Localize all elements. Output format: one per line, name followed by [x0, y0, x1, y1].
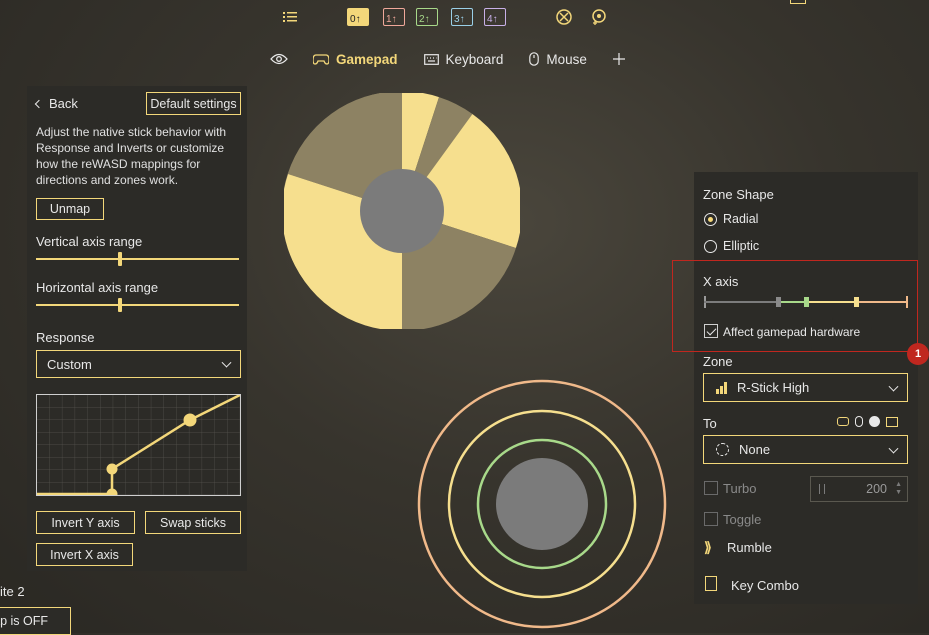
x-axis-label: X axis — [703, 274, 739, 289]
key-combo-button[interactable]: Key Combo — [731, 578, 799, 593]
vertical-axis-slider[interactable] — [36, 258, 239, 260]
mouse-icon — [529, 52, 540, 66]
layer-4-button[interactable]: 4 ↑ — [484, 6, 506, 28]
xbox-icon[interactable] — [869, 416, 880, 427]
eye-icon — [270, 53, 288, 65]
layer-1-icon: 1 ↑ — [383, 8, 405, 26]
turbo-label: Turbo — [723, 481, 757, 496]
tab-gamepad[interactable]: Gamepad — [313, 52, 398, 67]
layer-1-button[interactable]: 1 ↑ — [383, 6, 405, 28]
key-combo-icon — [705, 576, 717, 591]
layer-0-button[interactable]: 0 ↑ — [347, 6, 369, 28]
console-icon[interactable] — [886, 416, 898, 427]
keyboard-icon — [423, 53, 439, 65]
radial-radio[interactable] — [704, 213, 717, 226]
gamepad-icon — [313, 53, 329, 65]
x-axis-zone-slider[interactable] — [704, 296, 908, 308]
deadzone-thumb[interactable] — [776, 297, 781, 307]
chevron-down-icon — [888, 381, 899, 392]
horizontal-axis-label: Horizontal axis range — [36, 280, 159, 295]
horizontal-axis-slider[interactable] — [36, 304, 239, 306]
default-settings-button[interactable]: Default settings — [146, 92, 241, 115]
unmap-button[interactable]: Unmap — [36, 198, 104, 220]
zone-label: Zone — [703, 354, 733, 369]
step-badge: 1 — [907, 343, 929, 365]
partial-toggle-button[interactable]: ap is OFF — [0, 607, 71, 635]
response-dropdown[interactable]: Custom — [36, 350, 241, 378]
device-tabs: Gamepad Keyboard Mouse — [270, 48, 632, 70]
affect-hardware-label: Affect gamepad hardware — [723, 325, 861, 339]
add-device-button[interactable] — [612, 53, 632, 65]
rumble-icon: ⟫ — [704, 539, 712, 555]
signal-bars-icon — [716, 381, 727, 394]
tab-keyboard[interactable]: Keyboard — [423, 52, 503, 67]
stick-direction-wheel[interactable] — [284, 93, 520, 329]
elliptic-label: Elliptic — [723, 239, 760, 253]
layer-3-icon: 3 ↑ — [451, 8, 473, 26]
layer-2-button[interactable]: 2 ↑ — [416, 6, 438, 28]
elliptic-radio[interactable] — [704, 240, 717, 253]
affect-hardware-checkbox[interactable] — [704, 324, 718, 338]
chevron-down-icon — [221, 357, 232, 368]
chevron-left-icon — [34, 99, 44, 108]
target-type-icons — [837, 416, 898, 427]
response-label: Response — [36, 330, 95, 345]
turbo-checkbox[interactable] — [704, 481, 718, 495]
turbo-value-input[interactable]: 200 ▲ ▼ — [810, 476, 908, 502]
layer-0-icon: 0 ↑ — [347, 8, 369, 26]
horizontal-axis-thumb[interactable] — [118, 298, 122, 312]
panel-description: Adjust the native stick behavior with Re… — [36, 125, 227, 187]
wheel-center — [360, 169, 444, 253]
to-label: To — [703, 416, 717, 431]
back-button[interactable]: Back — [34, 96, 78, 111]
toggle-label: Toggle — [723, 512, 762, 527]
chevron-down-icon — [888, 443, 899, 454]
swap-sticks-button[interactable]: Swap sticks — [145, 511, 241, 534]
stepper-icon[interactable]: ▲ ▼ — [895, 481, 902, 497]
invert-x-button[interactable]: Invert X axis — [36, 543, 133, 566]
radial-label: Radial — [723, 212, 759, 226]
layer-4-icon: 4 ↑ — [484, 8, 506, 26]
invert-y-button[interactable]: Invert Y axis — [36, 511, 135, 534]
mouse-icon[interactable] — [855, 416, 863, 427]
zone-shape-label: Zone Shape — [703, 187, 774, 202]
visibility-toggle[interactable] — [270, 53, 295, 65]
vertical-axis-thumb[interactable] — [118, 252, 122, 266]
gamepad-icon[interactable] — [837, 417, 849, 426]
controller-add-icon[interactable] — [590, 6, 608, 28]
low-zone-thumb[interactable] — [804, 297, 809, 307]
plus-icon — [612, 53, 625, 65]
zone-rings[interactable] — [416, 378, 668, 630]
to-dropdown[interactable]: None — [703, 435, 908, 464]
zone-dropdown[interactable]: R-Stick High — [703, 373, 908, 402]
tab-mouse[interactable]: Mouse — [529, 52, 587, 67]
mid-zone-thumb[interactable] — [854, 297, 859, 307]
vertical-axis-label: Vertical axis range — [36, 234, 143, 249]
xbox-icon[interactable] — [556, 6, 572, 28]
layer-2-icon: 2 ↑ — [416, 8, 438, 26]
partial-label: ite 2 — [0, 584, 25, 599]
corner-marker — [790, 0, 806, 4]
list-icon[interactable] — [283, 6, 297, 28]
response-curve-graph[interactable] — [36, 394, 241, 496]
toggle-checkbox[interactable] — [704, 512, 718, 526]
layer-3-button[interactable]: 3 ↑ — [451, 6, 473, 28]
dashed-circle-icon — [716, 443, 729, 456]
pause-icon — [819, 484, 825, 494]
stick-center — [496, 458, 588, 550]
rumble-button[interactable]: Rumble — [727, 540, 772, 555]
